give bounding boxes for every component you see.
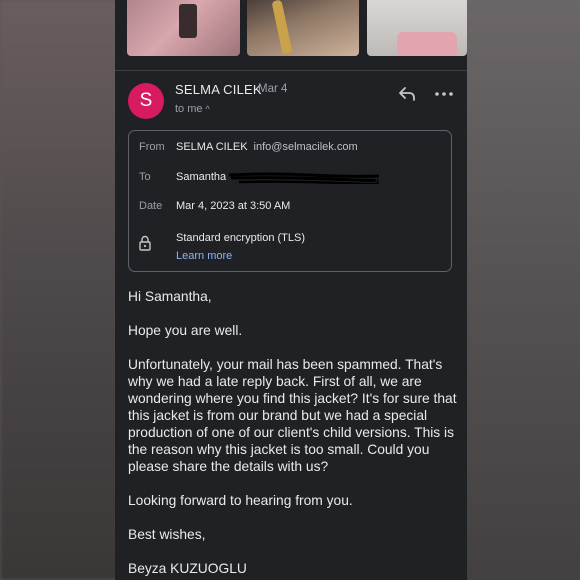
zipper-detail xyxy=(271,0,293,55)
email-date: Mar 4 xyxy=(258,83,288,95)
to-me-label: to me xyxy=(175,103,203,115)
recipients-toggle[interactable]: to me ^ xyxy=(175,103,210,115)
message-details-panel: From SELMA CILEK info@selmacilek.com To S… xyxy=(128,130,452,272)
attachment-thumbnail[interactable] xyxy=(247,0,359,56)
from-value: SELMA CILEK info@selmacilek.com xyxy=(176,141,358,153)
email-screen: S SELMA CILEK Mar 4 to me ^ From SELMA CI… xyxy=(115,0,467,580)
date-value: Mar 4, 2023 at 3:50 AM xyxy=(176,200,291,212)
to-label: To xyxy=(139,171,151,183)
attachment-thumbnail[interactable] xyxy=(367,0,467,56)
body-paragraph: Hope you are well. xyxy=(128,323,243,338)
email-body: Hi Samantha, Hope you are well. Unfortun… xyxy=(128,288,458,580)
sender-name: SELMA CILEK xyxy=(175,82,262,97)
signature: Beyza KUZUOGLU xyxy=(128,561,247,576)
redaction-scribble xyxy=(229,172,379,184)
photo-background-right xyxy=(466,0,580,580)
chevron-up-icon: ^ xyxy=(205,104,210,114)
body-paragraph: Looking forward to hearing from you. xyxy=(128,493,353,508)
sign-off: Best wishes, xyxy=(128,527,206,542)
encryption-text: Standard encryption (TLS) xyxy=(176,232,306,244)
more-vert-icon[interactable] xyxy=(433,85,455,103)
jacket-detail xyxy=(397,32,457,56)
avatar[interactable]: S xyxy=(128,83,164,119)
learn-more-link[interactable]: Learn more xyxy=(176,250,232,262)
attachment-thumbnail[interactable] xyxy=(127,0,240,56)
from-label: From xyxy=(139,141,165,153)
body-paragraph: Unfortunately, your mail has been spamme… xyxy=(128,357,457,474)
from-name: SELMA CILEK xyxy=(176,141,248,153)
jacket-detail xyxy=(179,4,197,38)
photo-background-left xyxy=(0,0,118,580)
attachment-thumbnails xyxy=(115,0,467,58)
divider xyxy=(115,70,467,71)
date-label: Date xyxy=(139,200,163,212)
greeting: Hi Samantha, xyxy=(128,289,212,304)
from-email[interactable]: info@selmacilek.com xyxy=(254,141,358,153)
reply-icon[interactable] xyxy=(397,85,417,103)
to-name: Samantha xyxy=(176,171,227,183)
lock-icon xyxy=(139,235,151,251)
